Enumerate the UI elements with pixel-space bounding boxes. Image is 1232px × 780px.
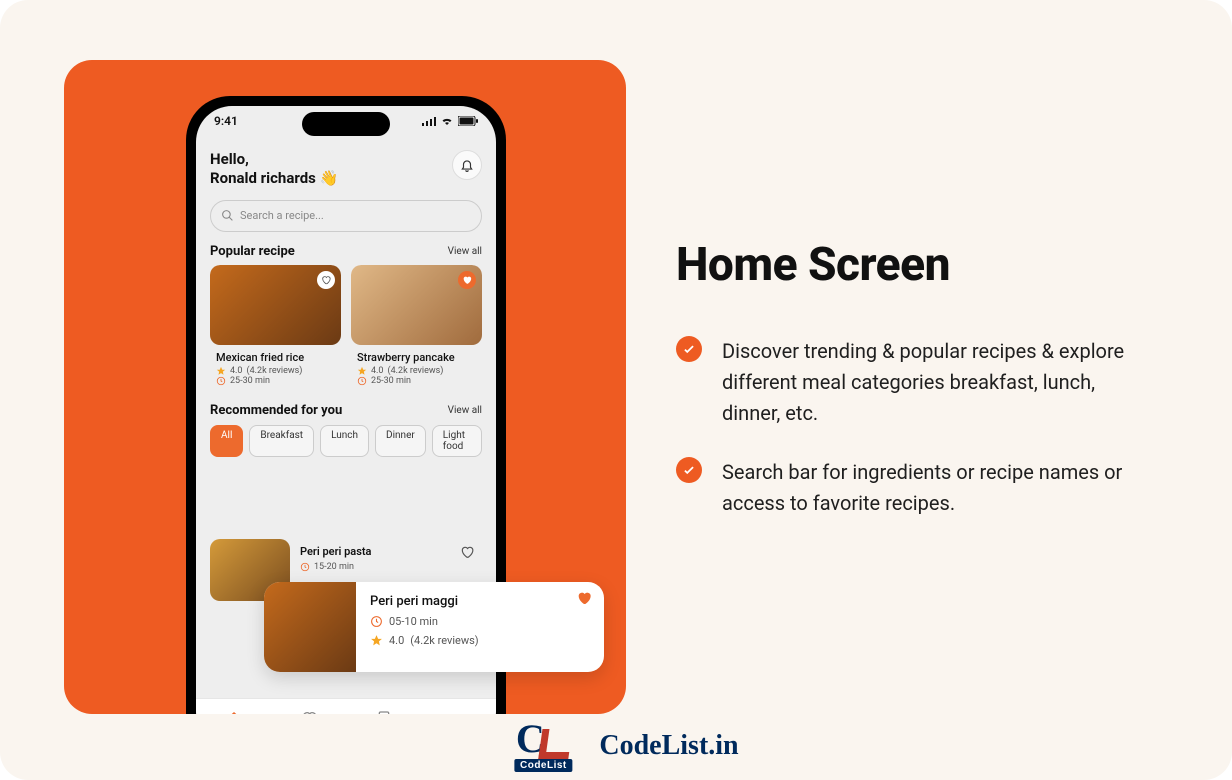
greeting: Hello, Ronald richards 👋 xyxy=(210,150,338,188)
watermark: C CodeList CodeList.in xyxy=(493,720,738,772)
heart-icon xyxy=(462,275,472,285)
watermark-badge: CodeList xyxy=(514,759,573,772)
favorite-toggle[interactable] xyxy=(460,545,474,559)
greeting-line2: Ronald richards 👋 xyxy=(210,169,338,188)
chip-all[interactable]: All xyxy=(210,425,243,457)
heart-icon xyxy=(301,710,317,715)
bell-icon xyxy=(460,158,474,172)
star-icon xyxy=(216,366,226,376)
screenshot-panel: 9:41 Hello, Ronald richards 👋 xyxy=(64,60,626,714)
status-time: 9:41 xyxy=(214,114,238,128)
greeting-line1: Hello, xyxy=(210,150,338,169)
bottom-nav: Home Favorite Recipe xyxy=(196,698,496,714)
star-icon xyxy=(370,634,383,647)
cook-time: 05-10 min xyxy=(389,615,438,628)
bullet-item: Search bar for ingredients or recipe nam… xyxy=(676,457,1176,519)
chip-dinner[interactable]: Dinner xyxy=(375,425,426,457)
clock-icon xyxy=(370,615,383,628)
search-input[interactable]: Search a recipe... xyxy=(210,200,482,232)
category-chips: All Breakfast Lunch Dinner Light food xyxy=(210,425,482,457)
recipe-name: Peri peri pasta xyxy=(300,545,472,558)
search-icon xyxy=(221,209,234,222)
watermark-text: CodeList.in xyxy=(599,730,738,762)
nav-recipe[interactable]: Recipe xyxy=(346,699,421,714)
reviews-count: (4.2k reviews) xyxy=(247,366,303,376)
recommended-viewall[interactable]: View all xyxy=(448,405,482,416)
favorite-toggle[interactable] xyxy=(576,590,592,606)
bullet-text: Discover trending & popular recipes & ex… xyxy=(722,336,1152,429)
clock-icon xyxy=(300,562,310,572)
recipe-name: Peri peri maggi xyxy=(370,594,590,609)
recipe-image xyxy=(210,265,341,345)
recommended-title: Recommended for you xyxy=(210,403,342,418)
recipe-name: Mexican fried rice xyxy=(210,345,341,366)
recipe-name: Strawberry pancake xyxy=(351,345,482,366)
signal-icon xyxy=(422,116,436,126)
check-icon xyxy=(682,463,696,477)
rating-value: 4.0 xyxy=(389,634,404,647)
heart-icon xyxy=(576,590,592,606)
page-title: Home Screen xyxy=(676,238,1176,292)
nav-favorite[interactable]: Favorite xyxy=(271,699,346,714)
popular-card[interactable]: Strawberry pancake 4.0 (4.2k reviews) 25… xyxy=(351,265,482,391)
recipe-icon xyxy=(376,710,392,715)
wifi-icon xyxy=(440,116,454,126)
heart-icon xyxy=(321,275,331,285)
popular-card[interactable]: Mexican fried rice 4.0 (4.2k reviews) 25… xyxy=(210,265,341,391)
battery-icon xyxy=(458,116,478,126)
star-icon xyxy=(357,366,367,376)
nav-profile[interactable] xyxy=(421,699,496,714)
bullet-item: Discover trending & popular recipes & ex… xyxy=(676,336,1176,429)
notifications-button[interactable] xyxy=(452,150,482,180)
dynamic-island xyxy=(302,112,390,136)
nav-home[interactable]: Home xyxy=(196,699,271,714)
logo-l-icon xyxy=(539,729,573,759)
page-canvas: 9:41 Hello, Ronald richards 👋 xyxy=(0,0,1232,780)
check-badge xyxy=(676,457,702,483)
recipe-image xyxy=(264,582,356,672)
heart-icon xyxy=(460,545,474,559)
favorite-toggle[interactable] xyxy=(317,271,335,289)
cook-time: 25-30 min xyxy=(371,376,411,386)
cook-time: 25-30 min xyxy=(230,376,270,386)
rating-value: 4.0 xyxy=(371,366,384,376)
popular-viewall[interactable]: View all xyxy=(448,246,482,257)
chip-lightfood[interactable]: Light food xyxy=(432,425,482,457)
recommended-item-highlight[interactable]: Peri peri maggi 05-10 min 4.0 (4.2k revi… xyxy=(264,582,604,672)
favorite-toggle[interactable] xyxy=(458,271,476,289)
clock-icon xyxy=(357,376,367,386)
clock-icon xyxy=(216,376,226,386)
rating-value: 4.0 xyxy=(230,366,243,376)
watermark-logo: C CodeList xyxy=(493,720,593,772)
reviews-count: (4.2k reviews) xyxy=(410,634,478,647)
home-icon xyxy=(226,710,242,715)
bullet-text: Search bar for ingredients or recipe nam… xyxy=(722,457,1152,519)
description-column: Home Screen Discover trending & popular … xyxy=(676,238,1176,519)
check-badge xyxy=(676,336,702,362)
popular-title: Popular recipe xyxy=(210,244,295,259)
reviews-count: (4.2k reviews) xyxy=(388,366,444,376)
check-icon xyxy=(682,342,696,356)
search-placeholder: Search a recipe... xyxy=(240,209,324,222)
chip-lunch[interactable]: Lunch xyxy=(320,425,369,457)
status-icons xyxy=(422,116,478,126)
recipe-image xyxy=(351,265,482,345)
chip-breakfast[interactable]: Breakfast xyxy=(249,425,314,457)
cook-time: 15-20 min xyxy=(314,562,354,572)
